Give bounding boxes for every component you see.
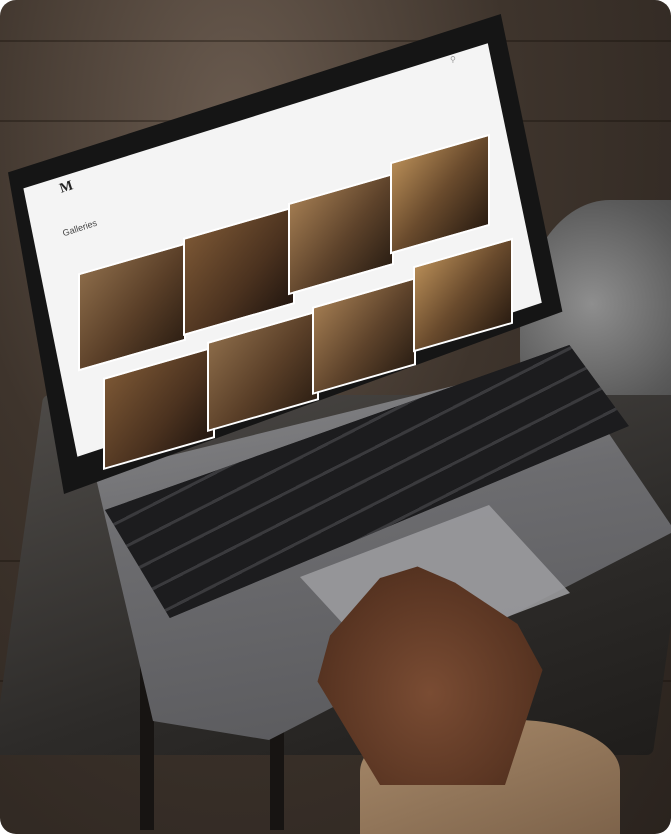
photo-frame: M Galleries ⚲ — [0, 0, 671, 834]
floor-plank — [0, 40, 671, 42]
search-icon[interactable]: ⚲ — [450, 55, 456, 64]
